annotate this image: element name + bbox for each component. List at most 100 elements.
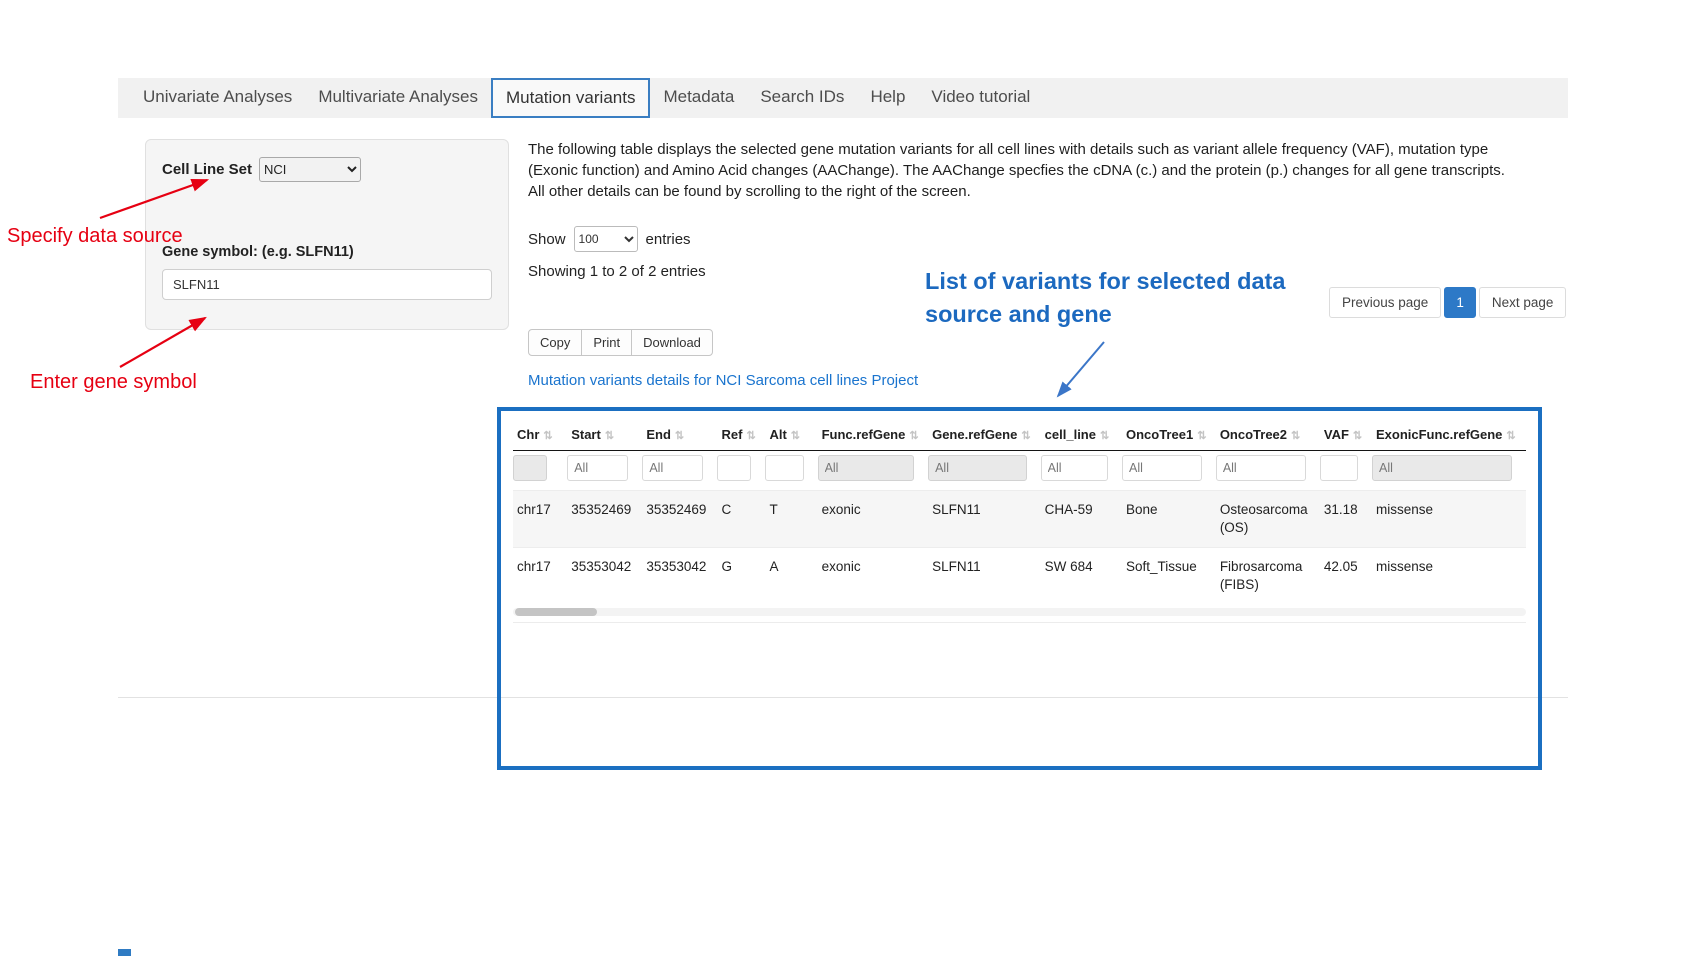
column-header-Func.refGene[interactable]: Func.refGene⇅	[818, 417, 929, 451]
column-header-OncoTree1[interactable]: OncoTree1 ⇅	[1122, 417, 1216, 451]
table-cell: SLFN11	[928, 548, 1041, 605]
table-info: Showing 1 to 2 of 2 entries	[528, 263, 706, 280]
filter-cell	[717, 451, 765, 491]
tab-univariate-analyses[interactable]: Univariate Analyses	[130, 78, 305, 118]
show-label: Show	[528, 231, 566, 248]
column-label: Chr	[517, 427, 539, 442]
input-panel: Cell Line Set NCI Gene symbol: (e.g. SLF…	[145, 139, 509, 330]
sort-icon[interactable]: ⇅	[605, 430, 614, 442]
print-button[interactable]: Print	[581, 329, 632, 356]
filter-End[interactable]	[642, 455, 703, 481]
page-length-control: Show 100 entries	[528, 226, 691, 252]
tab-help[interactable]: Help	[857, 78, 918, 118]
page-length-select[interactable]: 100	[574, 226, 638, 252]
horizontal-scrollbar[interactable]	[513, 608, 1526, 616]
table-row[interactable]: chr173535246935352469CTexonicSLFN11CHA-5…	[513, 491, 1526, 548]
bottom-left-fragment	[118, 949, 131, 956]
table-cell: SLFN11	[928, 491, 1041, 548]
table-cell: SW 684	[1041, 548, 1122, 605]
tab-metadata[interactable]: Metadata	[650, 78, 747, 118]
filter-cell	[1372, 451, 1526, 491]
filter-Ref[interactable]	[717, 455, 751, 481]
copy-button[interactable]: Copy	[528, 329, 582, 356]
column-header-OncoTree2[interactable]: OncoTree2 ⇅	[1216, 417, 1320, 451]
column-header-Start[interactable]: Start ⇅	[567, 417, 642, 451]
sort-icon[interactable]: ⇅	[746, 430, 755, 442]
filter-cell	[1041, 451, 1122, 491]
filter-cell	[928, 451, 1041, 491]
table-caption-link[interactable]: Mutation variants details for NCI Sarcom…	[528, 372, 918, 389]
column-label: End	[646, 427, 671, 442]
table-cell: missense	[1372, 548, 1526, 605]
filter-cell	[567, 451, 642, 491]
sort-icon[interactable]: ⇅	[1506, 430, 1515, 442]
sort-icon[interactable]: ⇅	[543, 430, 552, 442]
sort-icon[interactable]: ⇅	[1021, 430, 1030, 442]
sort-icon[interactable]: ⇅	[1353, 430, 1362, 442]
sort-icon[interactable]: ⇅	[791, 430, 800, 442]
column-label: cell_line	[1045, 427, 1096, 442]
sort-icon[interactable]: ⇅	[1100, 430, 1109, 442]
filter-Chr[interactable]	[513, 455, 547, 481]
column-label: Start	[571, 427, 601, 442]
column-label: OncoTree2	[1220, 427, 1287, 442]
filter-cell_line[interactable]	[1041, 455, 1108, 481]
table-cell: Fibrosarcoma (FIBS)	[1216, 548, 1320, 605]
filter-OncoTree2[interactable]	[1216, 455, 1306, 481]
sort-icon[interactable]: ⇅	[909, 430, 918, 442]
table-cell: chr17	[513, 491, 567, 548]
filter-Start[interactable]	[567, 455, 628, 481]
table-cell: Osteosarcoma (OS)	[1216, 491, 1320, 548]
table-cell: C	[717, 491, 765, 548]
pagination: Previous page 1 Next page	[1329, 287, 1566, 318]
filter-ExonicFunc.refGene[interactable]	[1372, 455, 1512, 481]
table-cell: exonic	[818, 548, 929, 605]
column-header-Alt[interactable]: Alt⇅	[765, 417, 817, 451]
filter-VAF[interactable]	[1320, 455, 1358, 481]
filter-cell	[1122, 451, 1216, 491]
cell-line-set-row: Cell Line Set NCI	[162, 157, 492, 182]
column-header-End[interactable]: End ⇅	[642, 417, 717, 451]
nav-tabs: Univariate AnalysesMultivariate Analyses…	[118, 78, 1568, 118]
column-header-Chr[interactable]: Chr ⇅	[513, 417, 567, 451]
gene-symbol-input[interactable]	[162, 269, 492, 300]
tab-video-tutorial[interactable]: Video tutorial	[918, 78, 1043, 118]
download-button[interactable]: Download	[631, 329, 713, 356]
scrollbar-thumb[interactable]	[515, 608, 597, 616]
column-header-cell_line[interactable]: cell_line ⇅	[1041, 417, 1122, 451]
annotation-variants-list: List of variants for selected data sourc…	[925, 265, 1325, 331]
sort-icon[interactable]: ⇅	[1197, 430, 1206, 442]
entries-label: entries	[646, 231, 691, 248]
previous-page-button[interactable]: Previous page	[1329, 287, 1441, 318]
sort-icon[interactable]: ⇅	[1291, 430, 1300, 442]
table-cell: 31.18	[1320, 491, 1372, 548]
table-cell: 35353042	[642, 548, 717, 605]
export-buttons: Copy Print Download	[528, 329, 713, 356]
filter-Gene.refGene[interactable]	[928, 455, 1027, 481]
filter-cell	[1320, 451, 1372, 491]
filter-OncoTree1[interactable]	[1122, 455, 1202, 481]
table-cell: Soft_Tissue	[1122, 548, 1216, 605]
tab-mutation-variants[interactable]: Mutation variants	[491, 78, 650, 118]
tab-search-ids[interactable]: Search IDs	[747, 78, 857, 118]
current-page-button[interactable]: 1	[1444, 287, 1476, 318]
filter-Func.refGene[interactable]	[818, 455, 915, 481]
column-label: VAF	[1324, 427, 1349, 442]
sort-icon[interactable]: ⇅	[675, 430, 684, 442]
next-page-button[interactable]: Next page	[1479, 287, 1567, 318]
column-header-Gene.refGene[interactable]: Gene.refGene⇅	[928, 417, 1041, 451]
filter-cell	[642, 451, 717, 491]
cell-line-set-select[interactable]: NCI	[259, 157, 361, 182]
column-header-Ref[interactable]: Ref ⇅	[717, 417, 765, 451]
column-label: Ref	[721, 427, 742, 442]
table-bottom-divider	[513, 622, 1526, 623]
column-header-VAF[interactable]: VAF ⇅	[1320, 417, 1372, 451]
column-label: OncoTree1	[1126, 427, 1193, 442]
table-cell: G	[717, 548, 765, 605]
tab-multivariate-analyses[interactable]: Multivariate Analyses	[305, 78, 491, 118]
column-header-ExonicFunc.refGene[interactable]: ExonicFunc.refGene⇅	[1372, 417, 1526, 451]
table-row[interactable]: chr173535304235353042GAexonicSLFN11SW 68…	[513, 548, 1526, 605]
filter-cell	[765, 451, 817, 491]
column-label: Func.refGene	[822, 427, 906, 442]
filter-Alt[interactable]	[765, 455, 803, 481]
